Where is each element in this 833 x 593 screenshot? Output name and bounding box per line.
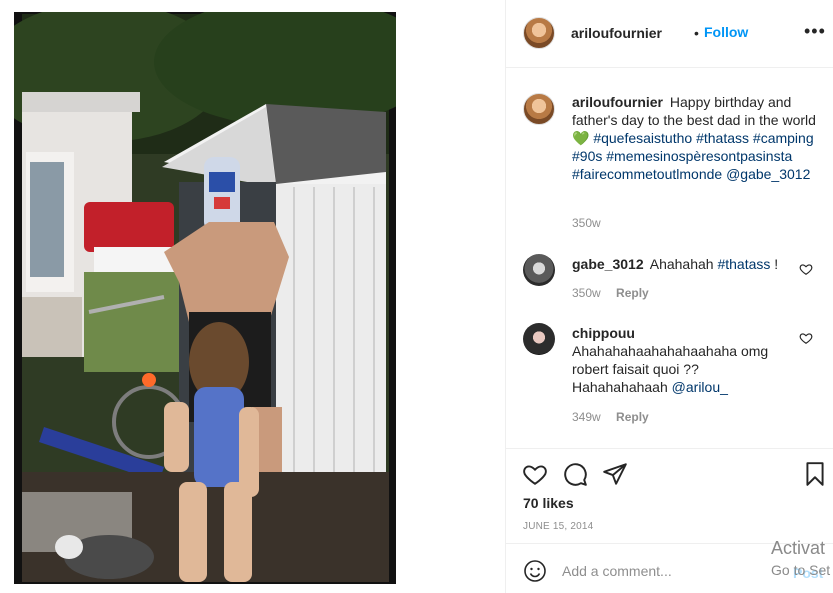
- follow-button[interactable]: Follow: [704, 24, 748, 40]
- comment-icon[interactable]: [562, 461, 588, 487]
- comment-suffix: !: [774, 256, 779, 272]
- author-avatar[interactable]: [523, 17, 555, 49]
- post-header: ariloufournier • Follow •••: [506, 0, 833, 68]
- post-photo[interactable]: [14, 12, 396, 584]
- hashtag-link[interactable]: #camping: [753, 130, 814, 146]
- caption-time[interactable]: 350w: [572, 216, 601, 230]
- comment-text: gabe_3012 Ahahahah #thatass !: [572, 255, 817, 273]
- watermark-line-2: Go to Set: [771, 562, 831, 578]
- mention-link[interactable]: @arilou_: [672, 379, 728, 395]
- comment-meta: 349w Reply: [572, 410, 661, 424]
- reply-button[interactable]: Reply: [616, 410, 649, 424]
- photo-illustration: [14, 12, 396, 584]
- post-side-panel: ariloufournier • Follow ••• ariloufourni…: [505, 0, 833, 593]
- comment-meta: 350w Reply: [572, 286, 661, 300]
- commenter-username[interactable]: gabe_3012: [572, 256, 644, 272]
- comment-text: chippouu Ahahahahaahahahaahaha omg rober…: [572, 324, 777, 396]
- hashtag-link[interactable]: #quefesaistutho: [593, 130, 692, 146]
- commenter-avatar[interactable]: [523, 323, 555, 355]
- comment-body: Ahahahahaahahahaahaha omg robert faisait…: [572, 343, 769, 395]
- share-icon[interactable]: [602, 461, 628, 487]
- comment-input[interactable]: [562, 558, 762, 584]
- watermark-line-1: Activat: [771, 538, 826, 558]
- commenter-username[interactable]: chippouu: [572, 324, 774, 342]
- comment-body: Ahahahah: [649, 256, 714, 272]
- like-comment-icon[interactable]: [799, 331, 813, 345]
- photo-pane: [0, 0, 505, 593]
- commenter-avatar[interactable]: [523, 254, 555, 286]
- likes-count[interactable]: 70 likes: [523, 495, 574, 511]
- mention-link[interactable]: @gabe_3012: [726, 166, 810, 182]
- hashtag-link[interactable]: #90s: [572, 148, 602, 164]
- author-username[interactable]: ariloufournier: [571, 25, 662, 41]
- post-actions: 70 likes JUNE 15, 2014: [506, 448, 833, 543]
- caption-meta: 350w: [572, 216, 613, 230]
- comment-time[interactable]: 349w: [572, 410, 601, 424]
- caption-text: ariloufournier Happy birthday and father…: [572, 93, 817, 183]
- comments-list[interactable]: ariloufournier Happy birthday and father…: [506, 69, 833, 447]
- caption-username[interactable]: ariloufournier: [572, 94, 663, 110]
- emoji-icon[interactable]: [523, 559, 547, 583]
- green-heart-icon: 💚: [572, 130, 590, 146]
- like-comment-icon[interactable]: [799, 262, 813, 276]
- comment-time[interactable]: 350w: [572, 286, 601, 300]
- post-date: JUNE 15, 2014: [523, 521, 594, 532]
- bookmark-icon[interactable]: [802, 461, 828, 487]
- activation-watermark: Activat Go to Set: [771, 537, 830, 581]
- caption-avatar[interactable]: [523, 93, 555, 125]
- hashtag-link[interactable]: #memesinospèresontpasinsta: [606, 148, 792, 164]
- hashtag-link[interactable]: #thatass: [717, 256, 770, 272]
- more-options-icon[interactable]: •••: [804, 22, 826, 40]
- header-separator: •: [694, 25, 699, 41]
- reply-button[interactable]: Reply: [616, 286, 649, 300]
- hashtag-link[interactable]: #fairecommetoutlmonde: [572, 166, 722, 182]
- heart-icon[interactable]: [522, 461, 548, 487]
- hashtag-link[interactable]: #thatass: [696, 130, 749, 146]
